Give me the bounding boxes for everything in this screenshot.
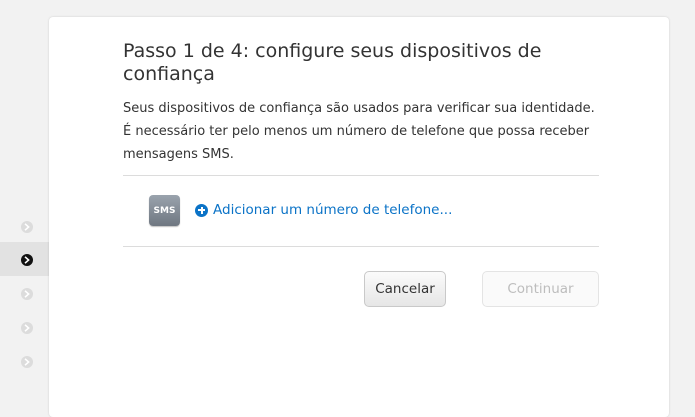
cancel-button[interactable]: Cancelar — [364, 271, 446, 307]
step-5-chevron-icon[interactable] — [21, 356, 33, 368]
continue-button[interactable]: Continuar — [482, 271, 599, 307]
add-phone-number-link[interactable]: Adicionar um número de telefone... — [195, 202, 452, 218]
step-4-chevron-icon[interactable] — [21, 322, 33, 334]
step-1-chevron-icon[interactable] — [21, 221, 33, 233]
dialog-title: Passo 1 de 4: configure seus dispositivo… — [123, 40, 542, 85]
sms-icon: SMS — [149, 195, 180, 226]
setup-dialog: Passo 1 de 4: configure seus dispositivo… — [49, 17, 669, 417]
step-3-chevron-icon[interactable] — [21, 288, 33, 300]
add-phone-number-label[interactable]: Adicionar um número de telefone... — [213, 202, 452, 218]
dialog-description: Seus dispositivos de confiança são usado… — [123, 101, 595, 162]
divider — [123, 246, 599, 247]
step-2-chevron-icon[interactable] — [21, 254, 33, 266]
sms-icon-label: SMS — [153, 205, 176, 216]
divider — [123, 175, 599, 176]
step-navigation — [0, 0, 49, 403]
plus-circle-icon — [195, 203, 208, 217]
